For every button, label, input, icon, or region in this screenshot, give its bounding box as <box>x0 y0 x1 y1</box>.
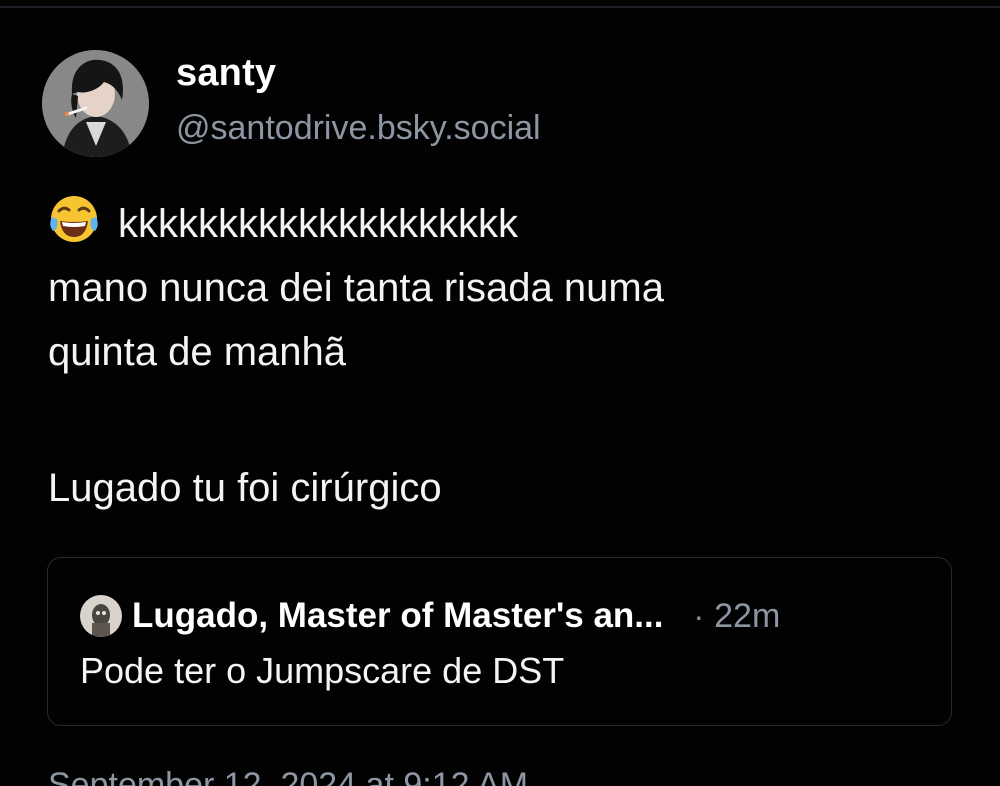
post-line-3: quinta de manhã <box>48 330 347 374</box>
post-text: kkkkkkkkkkkkkkkkkkkk mano nunca dei tant… <box>48 192 948 520</box>
author-avatar[interactable] <box>42 50 149 157</box>
quoted-author-avatar[interactable] <box>80 595 122 637</box>
quoted-post-card[interactable]: Lugado, Master of Master's an... · 22m P… <box>47 557 952 726</box>
post-screen: santy @santodrive.bsky.social kkkkkkkkkk… <box>0 0 1000 786</box>
post-line-5: Lugado tu foi cirúrgico <box>48 466 442 510</box>
quoted-post-header: Lugado, Master of Master's an... · 22m <box>80 594 780 638</box>
quoted-separator: · <box>693 597 705 634</box>
top-divider <box>0 6 1000 8</box>
quoted-post-time[interactable]: 22m <box>714 597 780 636</box>
quoted-post-text: Pode ter o Jumpscare de DST <box>80 650 565 691</box>
author-display-name[interactable]: santy <box>176 52 276 95</box>
post-line-4 <box>48 384 948 456</box>
post-line-1-text: kkkkkkkkkkkkkkkkkkkk <box>118 202 518 246</box>
post-timestamp: September 12, 2024 at 9:12 AM <box>48 766 529 786</box>
face-with-tears-of-joy-emoji-icon <box>48 193 100 245</box>
post-line-1: kkkkkkkkkkkkkkkkkkkk <box>48 192 948 256</box>
post-line-2: mano nunca dei tanta risada numa <box>48 266 664 310</box>
author-handle[interactable]: @santodrive.bsky.social <box>176 109 541 148</box>
quoted-author-name[interactable]: Lugado, Master of Master's an... <box>132 596 663 636</box>
